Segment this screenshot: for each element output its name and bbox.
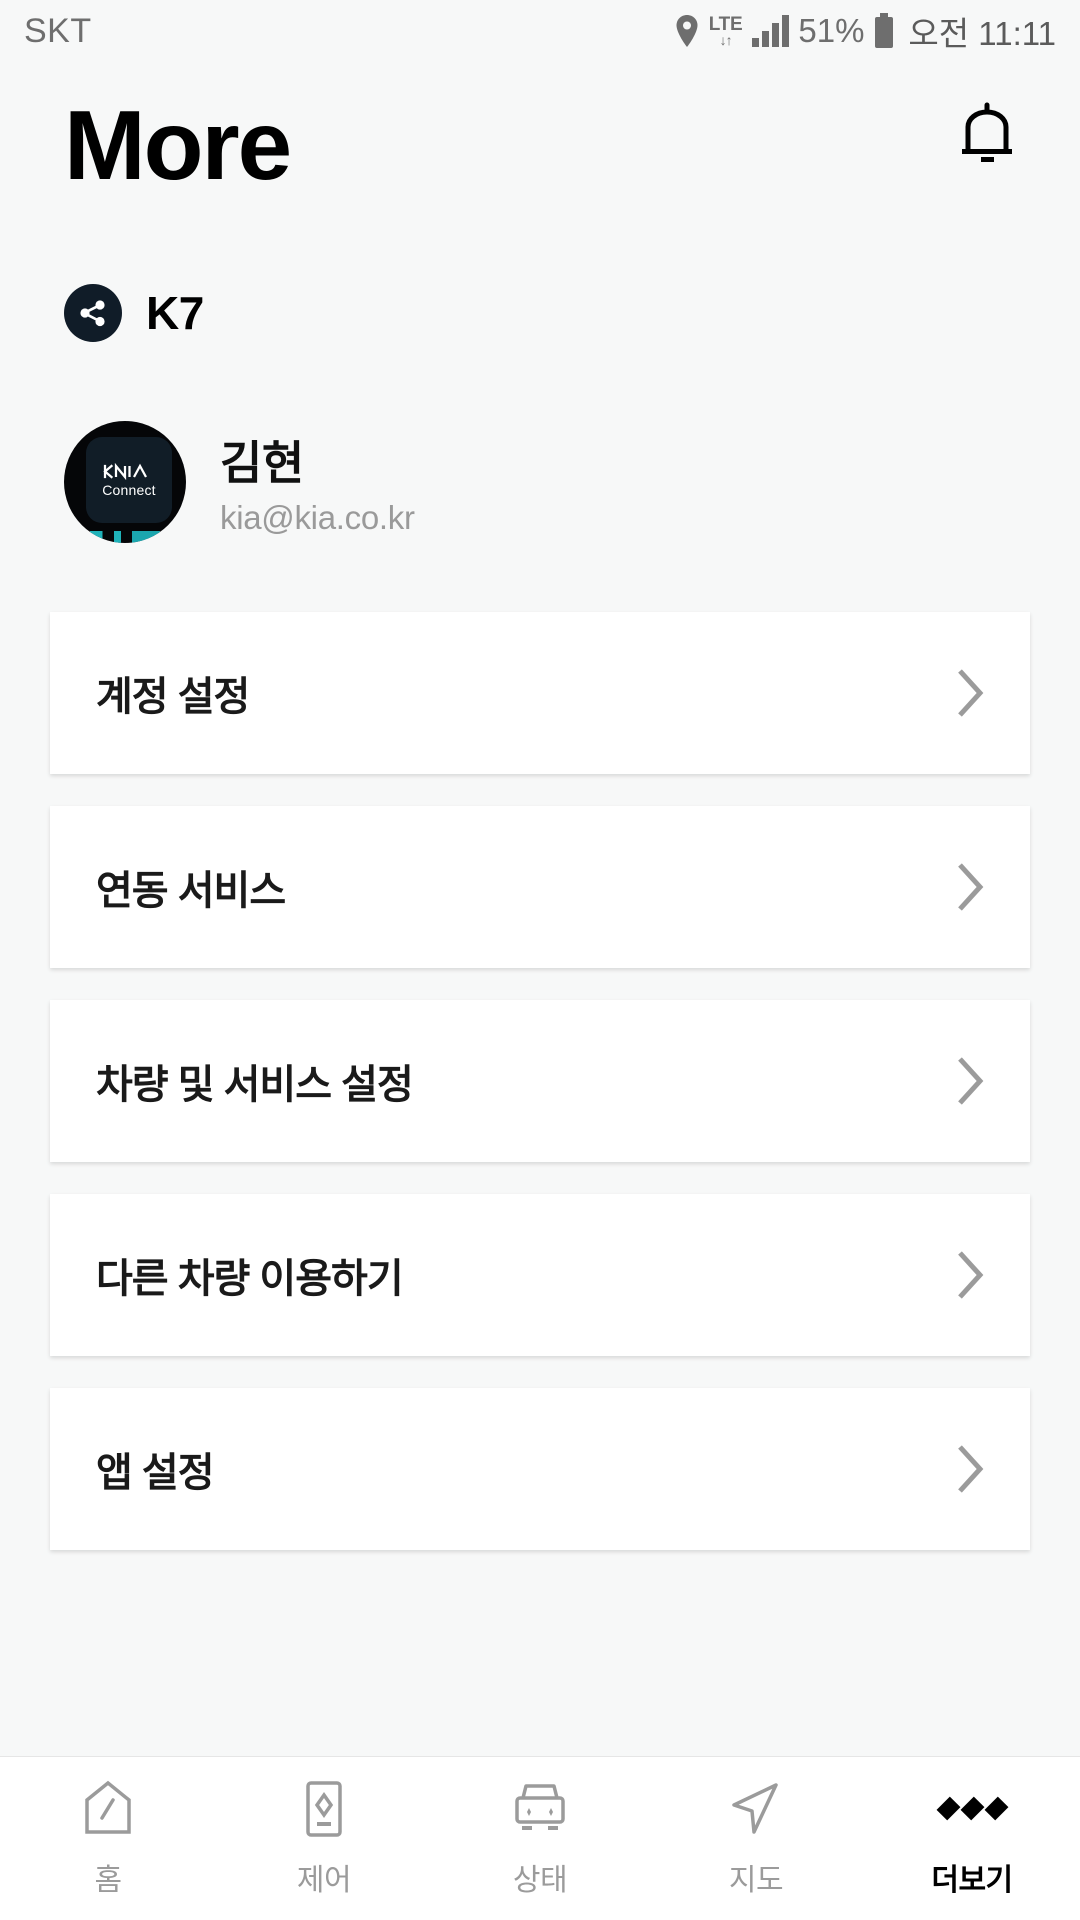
status-bar: SKT LTE ↓↑ 51% 오전 11:11 — [0, 0, 1080, 62]
nav-item-more[interactable]: 더보기 — [864, 1757, 1080, 1920]
nav-item-status[interactable]: 상태 — [432, 1757, 648, 1920]
profile-email-label: kia@kia.co.kr — [220, 499, 415, 536]
nav-item-label: 지도 — [728, 1863, 784, 1897]
profile-section[interactable]: Connect 김현 kia@kia.co.kr — [64, 421, 415, 543]
menu-card-list: 계정 설정 연동 서비스 차량 및 서비스 설정 다른 차량 이용하기 앱 설정 — [0, 612, 1080, 1582]
chevron-right-icon — [958, 1445, 984, 1493]
kia-logo-icon — [103, 462, 147, 480]
chevron-right-icon — [958, 1057, 984, 1105]
battery-percent-label: 51% — [798, 12, 865, 49]
menu-item-label: 차량 및 서비스 설정 — [96, 1063, 414, 1107]
home-icon — [82, 1779, 134, 1839]
profile-name-label: 김현 — [220, 437, 304, 489]
menu-item-label: 다른 차량 이용하기 — [96, 1257, 404, 1301]
bottom-navigation-bar: 홈 제어 상태 지도 더보기 — [0, 1756, 1080, 1920]
car-front-icon — [509, 1779, 571, 1839]
nav-item-home[interactable]: 홈 — [0, 1757, 216, 1920]
nav-item-label: 더보기 — [931, 1863, 1013, 1897]
chevron-right-icon — [958, 669, 984, 717]
profile-text: 김현 kia@kia.co.kr — [220, 427, 415, 537]
menu-item-label: 앱 설정 — [96, 1451, 215, 1495]
page-title: More — [64, 90, 292, 200]
battery-icon — [873, 13, 895, 49]
lte-icon: LTE ↓↑ — [708, 14, 743, 48]
chevron-right-icon — [958, 863, 984, 911]
bell-icon — [962, 102, 1012, 162]
vehicle-selector[interactable]: K7 — [64, 284, 204, 342]
avatar: Connect — [64, 421, 186, 543]
kia-connect-sub-label: Connect — [102, 481, 156, 498]
nav-item-label: 홈 — [94, 1863, 122, 1897]
menu-item-linked-services[interactable]: 연동 서비스 — [50, 806, 1030, 968]
avatar-teal-accent — [90, 531, 160, 543]
more-dots-icon — [936, 1779, 1008, 1839]
menu-item-vehicle-service-settings[interactable]: 차량 및 서비스 설정 — [50, 1000, 1030, 1162]
menu-item-label: 계정 설정 — [96, 675, 250, 719]
kia-connect-logo: Connect — [86, 437, 172, 523]
chevron-right-icon — [958, 1251, 984, 1299]
nav-item-label: 상태 — [512, 1863, 568, 1897]
nav-item-label: 제어 — [296, 1863, 352, 1897]
clock-label: 오전 11:11 — [908, 15, 1056, 52]
menu-item-app-settings[interactable]: 앱 설정 — [50, 1388, 1030, 1550]
menu-item-account-settings[interactable]: 계정 설정 — [50, 612, 1030, 774]
nav-item-control[interactable]: 제어 — [216, 1757, 432, 1920]
notification-bell-button[interactable] — [952, 98, 1022, 170]
vehicle-name-label: K7 — [146, 287, 204, 339]
control-icon — [300, 1779, 348, 1839]
menu-item-use-other-vehicle[interactable]: 다른 차량 이용하기 — [50, 1194, 1030, 1356]
share-icon — [64, 284, 122, 342]
signal-bars-icon — [751, 14, 790, 48]
location-pin-icon — [674, 14, 700, 48]
navigate-icon — [728, 1779, 784, 1839]
nav-item-map[interactable]: 지도 — [648, 1757, 864, 1920]
status-indicators: LTE ↓↑ 51% 오전 11:11 — [674, 7, 1056, 55]
menu-item-label: 연동 서비스 — [96, 869, 286, 913]
carrier-label: SKT — [24, 11, 92, 50]
